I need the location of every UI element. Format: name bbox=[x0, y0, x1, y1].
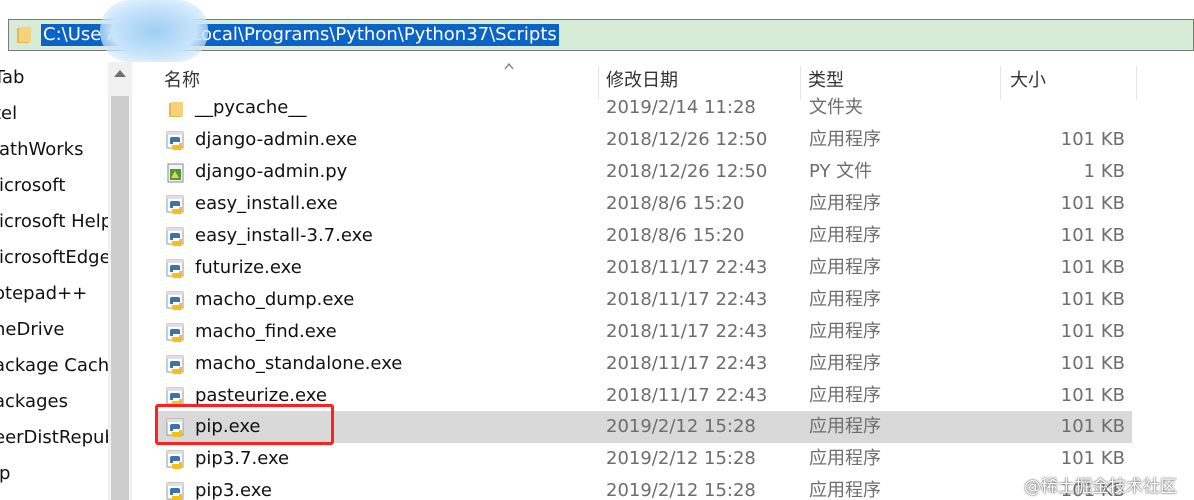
file-row[interactable]: django-admin.py 2018/12/26 12:50 PY 文件 1 KB bbox=[157, 156, 1132, 188]
file-size: 101 KB bbox=[1060, 448, 1125, 469]
nav-item[interactable]: Tab bbox=[0, 62, 24, 94]
navigation-scrollbar[interactable] bbox=[108, 62, 132, 500]
file-row[interactable]: pip3.exe 2019/2/12 15:28 应用程序 101 KB bbox=[157, 475, 1132, 500]
file-size: 101 KB bbox=[1060, 353, 1125, 374]
file-row[interactable]: pip3.7.exe 2019/2/12 15:28 应用程序 101 KB bbox=[157, 443, 1132, 475]
file-type: 应用程序 bbox=[809, 480, 881, 500]
file-name: django-admin.py bbox=[195, 161, 348, 182]
file-name: easy_install.exe bbox=[195, 193, 338, 214]
file-name: macho_standalone.exe bbox=[195, 353, 403, 374]
nav-item[interactable]: licrosoft bbox=[0, 170, 65, 202]
file-type: 应用程序 bbox=[809, 225, 881, 246]
file-size: 101 KB bbox=[1060, 257, 1125, 278]
file-type: 文件夹 bbox=[809, 97, 863, 118]
watermark: @稀土掘金技术社区 bbox=[1024, 477, 1177, 497]
file-name: macho_dump.exe bbox=[195, 289, 355, 310]
scroll-up-arrow-icon[interactable] bbox=[114, 70, 126, 77]
file-modified-date: 2018/12/26 12:50 bbox=[606, 161, 768, 182]
file-name: __pycache__ bbox=[195, 97, 307, 118]
file-modified-date: 2019/2/12 15:28 bbox=[606, 480, 756, 500]
file-name: futurize.exe bbox=[195, 257, 302, 278]
file-row[interactable]: easy_install-3.7.exe 2018/8/6 15:20 应用程序 10… bbox=[157, 220, 1132, 252]
file-type: 应用程序 bbox=[809, 353, 881, 374]
file-modified-date: 2018/11/17 22:43 bbox=[606, 353, 768, 374]
nav-item[interactable]: otepad++ bbox=[0, 278, 87, 310]
file-modified-date: 2018/11/17 22:43 bbox=[606, 321, 768, 342]
file-size: 101 KB bbox=[1060, 193, 1125, 214]
file-name: easy_install-3.7.exe bbox=[195, 225, 373, 246]
file-modified-date: 2018/11/17 22:43 bbox=[606, 257, 768, 278]
file-modified-date: 2018/11/17 22:43 bbox=[606, 385, 768, 406]
file-modified-date: 2018/8/6 15:20 bbox=[606, 225, 745, 246]
file-modified-date: 2018/12/26 12:50 bbox=[606, 129, 768, 150]
python-file-icon bbox=[167, 163, 184, 183]
file-row[interactable]: __pycache__ 2019/2/14 11:28 文件夹 bbox=[157, 92, 1132, 124]
address-bar-area: C:\Use AppData\Local\Programs\Python\Pyt… bbox=[0, 0, 1194, 68]
nav-item[interactable]: licrosoftEdge bbox=[0, 242, 108, 274]
file-size: 101 KB bbox=[1060, 416, 1125, 437]
python-exe-icon bbox=[166, 355, 184, 374]
file-modified-date: 2018/8/6 15:20 bbox=[606, 193, 745, 214]
nav-item[interactable]: ackages bbox=[0, 386, 68, 418]
file-name: pip3.7.exe bbox=[195, 448, 290, 469]
python-exe-icon bbox=[166, 227, 184, 246]
file-size: 101 KB bbox=[1060, 289, 1125, 310]
python-exe-icon bbox=[166, 323, 184, 342]
sort-ascending-icon bbox=[504, 62, 514, 70]
file-modified-date: 2019/2/14 11:28 bbox=[606, 97, 756, 118]
navigation-pane: Tab tel lathWorks licrosoft licrosoft Help li… bbox=[0, 62, 108, 500]
redaction-blur bbox=[100, 0, 208, 62]
folder-icon bbox=[169, 102, 183, 117]
file-type: 应用程序 bbox=[809, 193, 881, 214]
file-type: 应用程序 bbox=[809, 321, 881, 342]
file-row[interactable]: django-admin.exe 2018/12/26 12:50 应用程序 101 … bbox=[157, 124, 1132, 156]
nav-item[interactable]: ackage Cache bbox=[0, 350, 108, 382]
file-type: 应用程序 bbox=[809, 257, 881, 278]
file-size: 1 KB bbox=[1083, 161, 1125, 182]
file-size: 101 KB bbox=[1060, 225, 1125, 246]
file-row[interactable]: macho_dump.exe 2018/11/17 22:43 应用程序 101 KB bbox=[157, 284, 1132, 316]
file-name: macho_find.exe bbox=[195, 321, 337, 342]
nav-item[interactable]: neDrive bbox=[0, 314, 64, 346]
file-type: 应用程序 bbox=[809, 385, 881, 406]
python-exe-icon bbox=[166, 482, 184, 500]
file-modified-date: 2018/11/17 22:43 bbox=[606, 289, 768, 310]
file-size: 101 KB bbox=[1060, 321, 1125, 342]
file-modified-date: 2019/2/12 15:28 bbox=[606, 448, 756, 469]
file-modified-date: 2019/2/12 15:28 bbox=[606, 416, 756, 437]
file-name: django-admin.exe bbox=[195, 129, 358, 150]
scrollbar-thumb[interactable] bbox=[111, 96, 129, 500]
nav-item[interactable]: lathWorks bbox=[0, 134, 83, 166]
file-size: 101 KB bbox=[1060, 385, 1125, 406]
folder-icon bbox=[17, 27, 31, 43]
python-exe-icon bbox=[166, 131, 184, 150]
nav-item[interactable]: eerDistRepub bbox=[0, 422, 108, 454]
nav-item[interactable]: licrosoft Help bbox=[0, 206, 108, 238]
file-name: pip3.exe bbox=[195, 480, 272, 500]
python-exe-icon bbox=[166, 195, 184, 214]
file-type: PY 文件 bbox=[809, 161, 873, 182]
file-type: 应用程序 bbox=[809, 289, 881, 310]
file-row[interactable]: macho_standalone.exe 2018/11/17 22:43 应用程序… bbox=[157, 348, 1132, 380]
python-exe-icon bbox=[166, 291, 184, 310]
file-row[interactable]: macho_find.exe 2018/11/17 22:43 应用程序 101 KB bbox=[157, 316, 1132, 348]
file-type: 应用程序 bbox=[809, 448, 881, 469]
python-exe-icon bbox=[166, 450, 184, 469]
file-type: 应用程序 bbox=[809, 416, 881, 437]
python-exe-icon bbox=[166, 259, 184, 278]
nav-item[interactable]: tel bbox=[0, 98, 17, 130]
file-row[interactable]: futurize.exe 2018/11/17 22:43 应用程序 101 KB bbox=[157, 252, 1132, 284]
annotation-highlight-box bbox=[155, 404, 334, 445]
file-size: 101 KB bbox=[1060, 129, 1125, 150]
file-row[interactable]: easy_install.exe 2018/8/6 15:20 应用程序 101 KB bbox=[157, 188, 1132, 220]
file-size bbox=[1007, 92, 1125, 124]
file-type: 应用程序 bbox=[809, 129, 881, 150]
nav-item[interactable]: ip bbox=[0, 458, 10, 490]
